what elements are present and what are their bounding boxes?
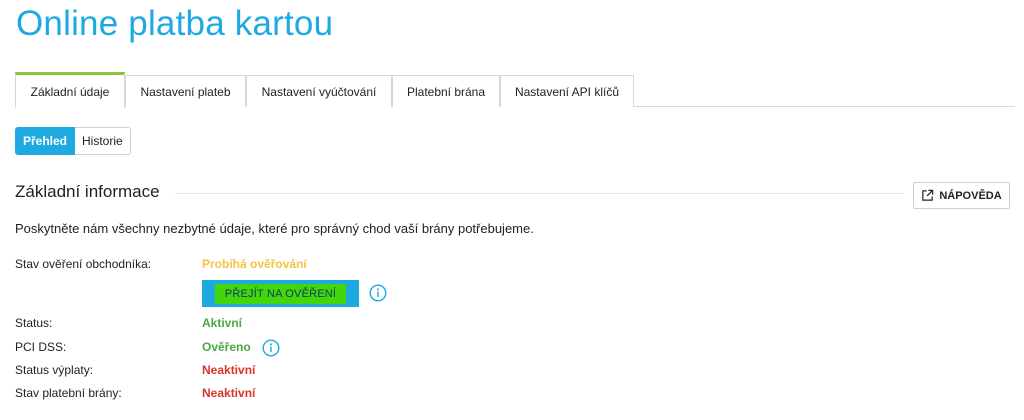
go-to-verification-label: PŘEJÍT NA OVĚŘENÍ [214, 283, 347, 304]
status-label: Status: [15, 316, 53, 330]
pci-dss-label: PCI DSS: [15, 340, 67, 354]
info-icon[interactable] [262, 339, 280, 357]
intro-text: Poskytněte nám všechny nezbytné údaje, k… [15, 221, 534, 236]
gateway-status-label: Stav platební brány: [15, 386, 122, 400]
main-tabs: Základní údaje Nastavení plateb Nastaven… [15, 72, 1015, 108]
page-title: Online platba kartou [16, 4, 334, 43]
external-link-icon [922, 189, 934, 201]
payout-status-label: Status výplaty: [15, 363, 94, 377]
payout-status-value: Neaktivní [202, 363, 256, 377]
tab-payment-settings[interactable]: Nastavení plateb [125, 75, 246, 107]
tab-billing-settings[interactable]: Nastavení vyúčtování [246, 75, 392, 107]
section-title: Základní informace [15, 182, 160, 201]
gateway-status-value: Neaktivní [202, 386, 256, 400]
view-toggle: Přehled Historie [15, 127, 131, 155]
go-to-verification-button[interactable]: PŘEJÍT NA OVĚŘENÍ [202, 280, 359, 307]
overview-button[interactable]: Přehled [15, 127, 76, 155]
pci-dss-value: Ověřeno [202, 340, 251, 354]
status-value: Aktivní [202, 316, 243, 330]
tab-payment-gateway[interactable]: Platební brána [392, 75, 500, 107]
merchant-verification-value: Probíhá ověřování [202, 257, 307, 271]
history-button[interactable]: Historie [75, 127, 131, 155]
tab-basic-info[interactable]: Základní údaje [15, 72, 125, 108]
section-divider [175, 193, 903, 194]
help-button-label: NÁPOVĚDA [939, 189, 1002, 202]
merchant-verification-label: Stav ověření obchodníka: [15, 257, 152, 271]
tab-api-keys[interactable]: Nastavení API klíčů [500, 75, 634, 107]
help-button[interactable]: NÁPOVĚDA [913, 182, 1010, 209]
info-icon[interactable] [369, 284, 387, 302]
